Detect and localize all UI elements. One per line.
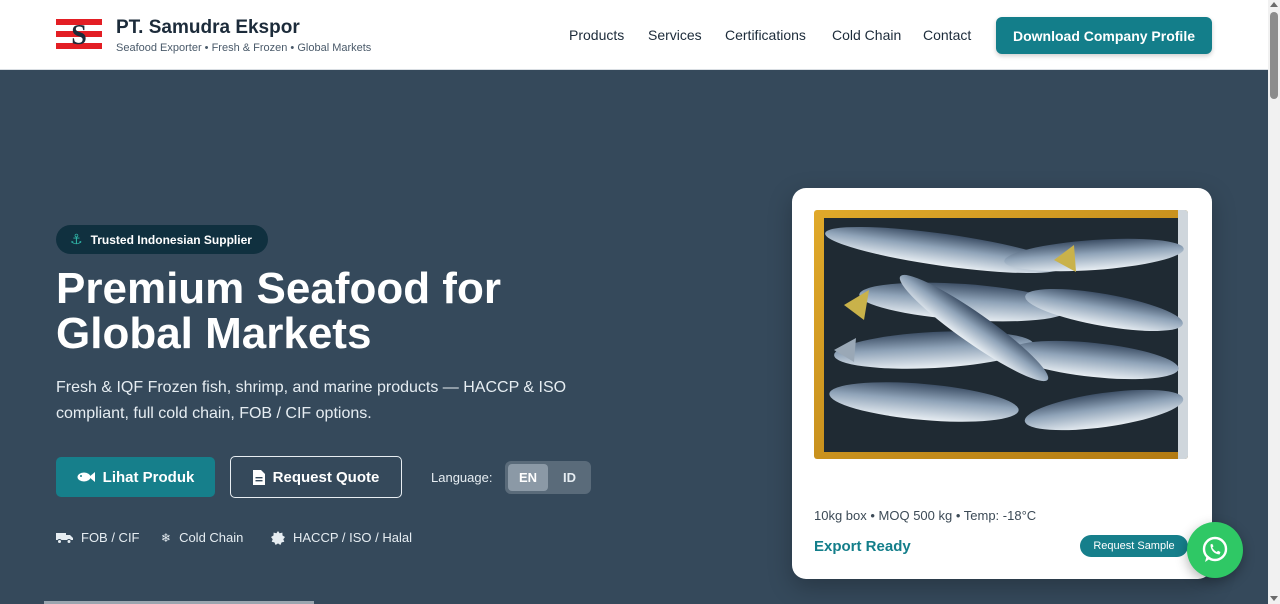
scroll-up-arrow-icon[interactable] <box>1270 2 1278 7</box>
trusted-supplier-badge: ⚓ Trusted Indonesian Supplier <box>56 225 268 254</box>
nav-services[interactable]: Services <box>648 27 702 43</box>
request-quote-label: Request Quote <box>272 468 380 486</box>
nav-products[interactable]: Products <box>569 27 624 43</box>
request-quote-button[interactable]: Request Quote <box>230 456 402 498</box>
anchor-icon: ⚓ <box>70 231 83 247</box>
view-products-label: Lihat Produk <box>102 468 195 486</box>
request-sample-button[interactable]: Request Sample <box>1080 535 1188 557</box>
truck-icon <box>56 532 73 544</box>
language-en-button[interactable]: EN <box>508 464 548 491</box>
language-id-button[interactable]: ID <box>551 464 588 491</box>
document-icon <box>252 469 265 485</box>
whatsapp-chat-button[interactable] <box>1187 522 1243 578</box>
feature-label: Cold Chain <box>179 530 244 545</box>
language-toggle: EN ID <box>505 461 591 494</box>
export-ready-status: Export Ready <box>814 538 911 555</box>
whatsapp-icon <box>1202 536 1228 562</box>
product-card: 10kg box • MOQ 500 kg • Temp: -18°C Expo… <box>792 188 1212 579</box>
view-products-button[interactable]: Lihat Produk <box>56 457 215 497</box>
product-photo <box>814 210 1188 459</box>
brand-tagline: Seafood Exporter • Fresh & Frozen • Glob… <box>116 42 372 54</box>
hero-title: Premium Seafood for Global Markets <box>56 264 501 358</box>
download-company-profile-button[interactable]: Download Company Profile <box>996 17 1212 54</box>
feature-certifications: HACCP / ISO / Halal <box>271 530 412 545</box>
hero-subtitle: Fresh & IQF Frozen fish, shrimp, and mar… <box>56 379 567 422</box>
page-scrollbar[interactable] <box>1268 0 1280 604</box>
nav-contact[interactable]: Contact <box>923 27 971 43</box>
snowflake-icon: ❄ <box>161 530 172 545</box>
feature-fob-cif: FOB / CIF <box>56 530 140 545</box>
certificate-icon <box>271 530 285 545</box>
scroll-down-arrow-icon[interactable] <box>1270 596 1278 601</box>
nav-cold-chain[interactable]: Cold Chain <box>832 27 901 43</box>
feature-label: FOB / CIF <box>81 530 140 545</box>
company-logo[interactable]: S <box>56 19 102 49</box>
fish-icon <box>77 472 95 482</box>
feature-label: HACCP / ISO / Halal <box>293 530 412 545</box>
svg-text:S: S <box>71 20 87 49</box>
scroll-thumb[interactable] <box>1270 12 1278 99</box>
feature-cold-chain: ❄ Cold Chain <box>161 530 243 545</box>
badge-label: Trusted Indonesian Supplier <box>90 232 252 247</box>
nav-certifications[interactable]: Certifications <box>725 27 806 43</box>
product-meta: 10kg box • MOQ 500 kg • Temp: -18°C <box>814 508 1037 523</box>
brand-name[interactable]: PT. Samudra Ekspor <box>116 17 300 39</box>
language-label: Language: <box>431 470 493 485</box>
site-header: S PT. Samudra Ekspor Seafood Exporter • … <box>0 0 1268 70</box>
